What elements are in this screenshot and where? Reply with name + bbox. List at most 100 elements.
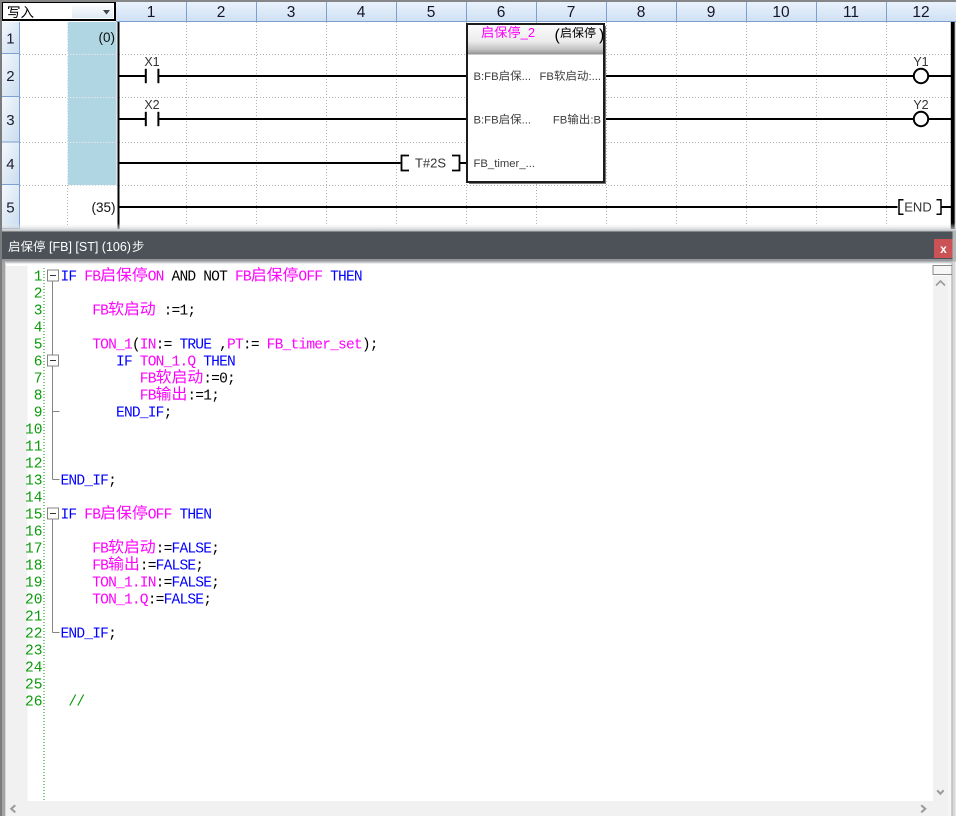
svg-text:2: 2 <box>34 286 43 302</box>
svg-text:);: ); <box>362 337 379 353</box>
svg-text:...: ... <box>522 71 531 83</box>
svg-text:THEN: THEN <box>330 269 363 285</box>
svg-text:FB: FB <box>92 541 109 557</box>
svg-text:23: 23 <box>25 643 43 659</box>
svg-text:7: 7 <box>567 4 576 21</box>
svg-text:5: 5 <box>427 4 436 21</box>
svg-text:T#2S: T#2S <box>415 156 446 171</box>
svg-text:_2: _2 <box>520 25 535 40</box>
svg-text:B:FB: B:FB <box>474 114 499 126</box>
svg-text:4: 4 <box>6 156 14 173</box>
svg-text:OFF: OFF <box>298 269 323 285</box>
svg-text:FB: FB <box>84 507 101 523</box>
svg-text::=1;: :=1; <box>164 303 197 319</box>
svg-text:5: 5 <box>6 199 14 216</box>
svg-text::=: := <box>243 337 260 353</box>
svg-text:22: 22 <box>25 626 43 642</box>
svg-text::B: :B <box>590 114 601 126</box>
svg-text:TON_1: TON_1 <box>92 337 133 353</box>
svg-text:FB: FB <box>553 114 567 126</box>
svg-text:FALSE: FALSE <box>172 541 212 557</box>
svg-text:8: 8 <box>34 388 43 404</box>
svg-text:5: 5 <box>34 337 43 353</box>
svg-text::=: := <box>156 541 173 557</box>
svg-text:FB_timer_...: FB_timer_... <box>474 158 536 170</box>
svg-text:6: 6 <box>497 4 506 21</box>
svg-text:3: 3 <box>34 303 43 319</box>
svg-text:IN: IN <box>140 337 157 353</box>
svg-text:16: 16 <box>25 524 43 540</box>
svg-text:25: 25 <box>25 677 43 693</box>
svg-text:x: x <box>940 242 947 256</box>
svg-text:7: 7 <box>34 371 43 387</box>
svg-text:PT: PT <box>227 337 244 353</box>
svg-text::=1;: :=1; <box>187 388 220 404</box>
svg-text:IF: IF <box>61 269 78 285</box>
svg-text:TRUE: TRUE <box>179 337 212 353</box>
svg-text:Y1: Y1 <box>913 55 928 69</box>
svg-text:X2: X2 <box>144 98 159 112</box>
svg-text:17: 17 <box>25 541 43 557</box>
svg-text:(: ( <box>555 27 561 44</box>
svg-text:X1: X1 <box>144 55 159 69</box>
svg-text:END_IF: END_IF <box>61 473 109 489</box>
svg-text://: // <box>68 694 85 710</box>
svg-text:FALSE: FALSE <box>164 592 204 608</box>
svg-text:OFF: OFF <box>148 507 173 523</box>
svg-text:21: 21 <box>25 609 43 625</box>
svg-text:3: 3 <box>287 4 296 21</box>
svg-text:(35): (35) <box>91 200 115 215</box>
svg-text:1: 1 <box>34 269 43 285</box>
svg-text:IF: IF <box>61 507 78 523</box>
svg-text:1: 1 <box>6 30 14 47</box>
svg-text:FB_timer_set: FB_timer_set <box>267 337 363 353</box>
svg-text:END_IF: END_IF <box>116 405 164 421</box>
svg-text:ON: ON <box>148 269 165 285</box>
svg-text:;: ; <box>108 626 117 642</box>
svg-text:;: ; <box>195 558 204 574</box>
svg-text:3: 3 <box>6 112 14 129</box>
svg-text:FALSE: FALSE <box>156 558 196 574</box>
svg-text:10: 10 <box>772 4 790 21</box>
svg-text:(0): (0) <box>99 30 116 45</box>
svg-text:END: END <box>904 200 931 215</box>
svg-text:FB: FB <box>235 269 252 285</box>
svg-text::=0;: :=0; <box>203 371 236 387</box>
svg-text:1: 1 <box>147 4 156 21</box>
svg-text:19: 19 <box>25 575 43 591</box>
svg-text:FB: FB <box>140 388 157 404</box>
svg-text::=: := <box>148 592 165 608</box>
svg-text:15: 15 <box>25 507 43 523</box>
svg-text:26: 26 <box>25 694 43 710</box>
svg-text:11: 11 <box>843 4 859 21</box>
svg-text:AND NOT: AND NOT <box>172 269 229 285</box>
svg-text:4: 4 <box>357 4 366 21</box>
svg-text:4: 4 <box>34 320 43 336</box>
svg-text:11: 11 <box>25 439 43 455</box>
svg-text:20: 20 <box>25 592 43 608</box>
svg-text:TON_1.Q: TON_1.Q <box>140 354 197 370</box>
svg-text:FB: FB <box>92 558 109 574</box>
svg-text:B:FB: B:FB <box>474 71 499 83</box>
svg-text:THEN: THEN <box>179 507 212 523</box>
svg-text:Y2: Y2 <box>913 98 928 112</box>
svg-text:8: 8 <box>637 4 646 21</box>
svg-text:FB: FB <box>540 71 554 83</box>
svg-text:9: 9 <box>34 405 43 421</box>
svg-text:;: ; <box>203 592 212 608</box>
svg-text:END_IF: END_IF <box>61 626 109 642</box>
svg-text:14: 14 <box>25 490 43 506</box>
svg-text:FB: FB <box>92 303 109 319</box>
svg-text:;: ; <box>211 575 220 591</box>
svg-text:13: 13 <box>25 473 43 489</box>
svg-text:FB: FB <box>84 269 101 285</box>
svg-text::...: :... <box>588 71 601 83</box>
svg-text::=: := <box>156 575 173 591</box>
svg-text:24: 24 <box>25 660 43 676</box>
svg-text:6: 6 <box>34 354 43 370</box>
svg-text:FB: FB <box>140 371 157 387</box>
svg-text:2: 2 <box>217 4 226 21</box>
svg-text::=: := <box>140 558 157 574</box>
svg-text:12: 12 <box>25 456 43 472</box>
svg-text:;: ; <box>211 541 220 557</box>
